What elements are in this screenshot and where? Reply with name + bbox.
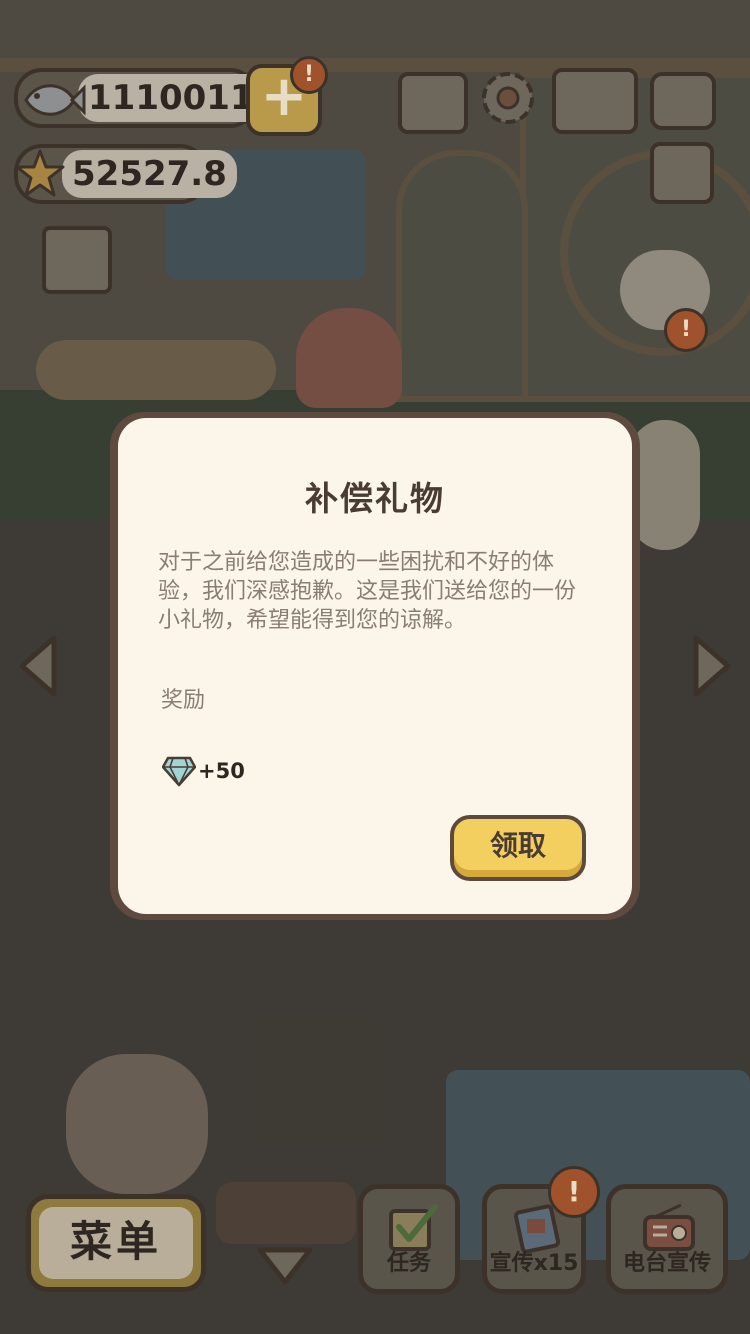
reward-label: 奖励 <box>161 688 206 713</box>
reward-amount: +50 <box>198 759 245 783</box>
camera-icon[interactable] <box>650 72 716 130</box>
task-button[interactable]: 任务 <box>358 1184 460 1294</box>
promo-alert-icon: ! <box>548 1166 600 1218</box>
promo-label: 宣传x15 <box>489 1251 579 1276</box>
arrow-left-icon[interactable] <box>14 632 60 700</box>
arrow-right-icon[interactable] <box>690 632 736 700</box>
dialog-title: 补偿礼物 <box>305 479 445 518</box>
fish-icon <box>24 84 86 116</box>
alert-icon: ! <box>290 56 328 94</box>
radio-label: 电台宣传 <box>622 1251 711 1276</box>
menu-button[interactable]: 菜单 <box>26 1194 206 1292</box>
customer-alert-icon[interactable]: ! <box>664 308 708 352</box>
radio-promo-button[interactable]: 电台宣传 <box>606 1184 728 1294</box>
task-label: 任务 <box>386 1251 431 1276</box>
newspaper-icon[interactable] <box>650 142 714 204</box>
star-currency: 52527.8 <box>14 144 237 204</box>
diamond-icon <box>162 756 196 787</box>
ranking-icon[interactable] <box>398 72 468 134</box>
star-amount: 52527.8 <box>62 150 237 198</box>
star-icon <box>15 149 65 197</box>
shop-icon[interactable] <box>42 226 112 294</box>
reward-item: +50 <box>162 752 245 790</box>
menu-label: 菜单 <box>39 1207 193 1279</box>
dialog-message: 对于之前给您造成的一些困扰和不好的体验，我们深感抱歉。这是我们送给您的一份小礼物… <box>158 550 577 633</box>
cat-book-icon[interactable] <box>552 68 638 134</box>
fish-currency: 11100114 <box>14 68 288 128</box>
claim-button[interactable]: 领取 <box>450 815 586 881</box>
settings-gear-icon[interactable] <box>476 66 540 130</box>
chevron-down-icon[interactable] <box>254 1244 316 1288</box>
